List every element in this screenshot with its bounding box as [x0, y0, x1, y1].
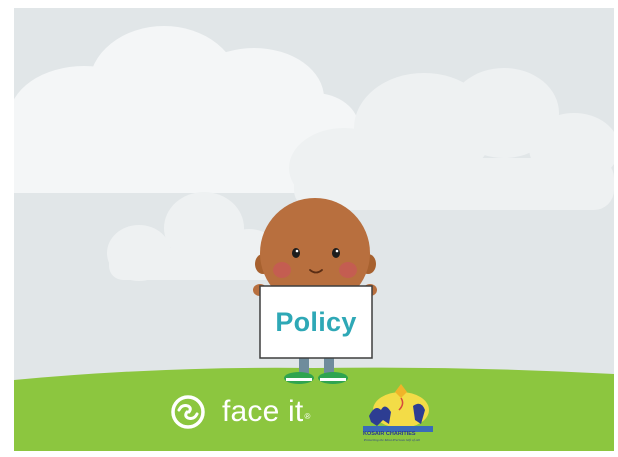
- face-it-logo-icon: [170, 392, 210, 432]
- registered-mark: ®: [304, 411, 311, 421]
- partner-tagline: Protecting the Most Precious Gift of All: [364, 438, 420, 442]
- brand-name: face it: [222, 395, 304, 428]
- sign-label: Policy: [275, 306, 357, 337]
- face-it-brand: face it ®: [170, 392, 310, 432]
- slide-scene: Policy face it ® KOSAIR CHARITIES Protect…: [14, 8, 614, 451]
- background-illustration: [14, 8, 614, 451]
- grass-field: [14, 367, 614, 451]
- partner-name: KOSAIR CHARITIES: [363, 431, 416, 437]
